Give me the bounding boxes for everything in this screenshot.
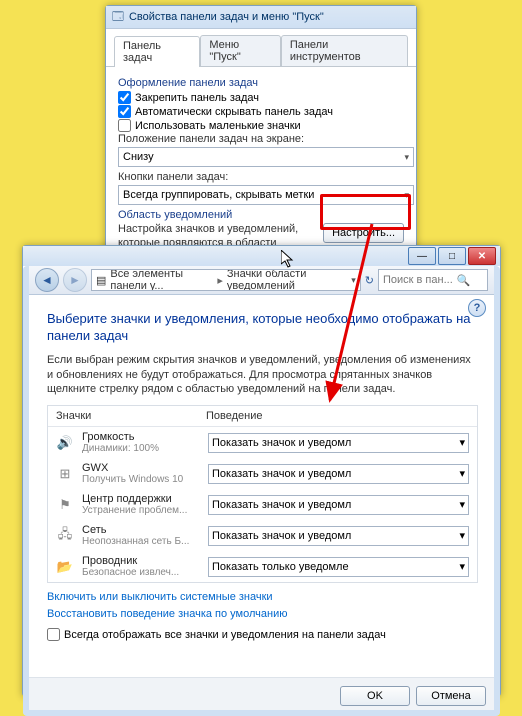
chevron-down-icon: ▾ — [459, 467, 465, 480]
row-title: Сеть — [82, 524, 200, 536]
help-icon[interactable]: ? — [468, 299, 486, 317]
chevron-down-icon: ▾ — [404, 190, 409, 201]
app-icon: 🗔 — [112, 8, 124, 27]
chevron-down-icon: ▾ — [459, 436, 465, 449]
row-text: GWXПолучить Windows 10 — [82, 462, 200, 485]
content-area: ? Выберите значки и уведомления, которые… — [29, 295, 494, 677]
row-text: ГромкостьДинамики: 100% — [82, 431, 200, 454]
row-icon: ⊞ — [56, 465, 74, 483]
link-restore-defaults[interactable]: Восстановить поведение значка по умолчан… — [47, 608, 478, 620]
row-icon: ⚑ — [56, 496, 74, 514]
chk-lock-input[interactable] — [118, 91, 131, 104]
tabs: Панель задач Меню "Пуск" Панели инструме… — [106, 29, 416, 67]
row-text: СетьНеопознанная сеть Б... — [82, 524, 200, 547]
toolbar: ◄ ► ▤ Все элементы панели у... ▸ Значки … — [29, 266, 494, 295]
chevron-down-icon: ▾ — [459, 498, 465, 511]
row-subtitle: Получить Windows 10 — [82, 474, 200, 485]
behavior-select[interactable]: Показать значок и уведомл▾ — [208, 433, 469, 453]
row-icon: 🖧 — [56, 527, 74, 545]
table-row: 🔊 ГромкостьДинамики: 100% Показать значок … — [48, 427, 477, 458]
tab-toolbars[interactable]: Панели инструментов — [281, 35, 408, 66]
window-title: Свойства панели задач и меню "Пуск" — [129, 11, 324, 23]
behavior-select[interactable]: Показать значок и уведомл▾ — [208, 464, 469, 484]
tab-start-menu[interactable]: Меню "Пуск" — [200, 35, 280, 66]
label-buttons: Кнопки панели задач: — [118, 171, 404, 183]
row-title: Громкость — [82, 431, 200, 443]
maximize-button[interactable]: □ — [438, 247, 466, 265]
ok-button[interactable]: OK — [340, 686, 410, 706]
chk-lock-taskbar[interactable]: Закрепить панель задач — [118, 91, 404, 104]
chevron-down-icon: ▾ — [459, 529, 465, 542]
row-subtitle: Устранение проблем... — [82, 505, 200, 516]
behavior-select[interactable]: Показать значок и уведомл▾ — [208, 526, 469, 546]
search-placeholder: Поиск в пан... — [383, 274, 453, 286]
nav-back-button[interactable]: ◄ — [35, 268, 59, 292]
link-system-icons[interactable]: Включить или выключить системные значки — [47, 591, 478, 603]
behavior-select[interactable]: Показать значок и уведомл▾ — [208, 495, 469, 515]
search-input[interactable]: Поиск в пан... 🔍 — [378, 269, 488, 291]
chevron-down-icon: ▾ — [459, 560, 465, 573]
address-bar[interactable]: ▤ Все элементы панели у... ▸ Значки обла… — [91, 269, 361, 291]
behavior-select[interactable]: Показать только уведомле▾ — [208, 557, 469, 577]
col-behavior: Поведение — [206, 410, 263, 422]
row-subtitle: Динамики: 100% — [82, 443, 200, 454]
cancel-button[interactable]: Отмена — [416, 686, 486, 706]
table-row: ⚑ Центр поддержкиУстранение проблем... Пок… — [48, 489, 477, 520]
taskbar-properties-window: 🗔 Свойства панели задач и меню "Пуск" Па… — [105, 5, 417, 262]
chk-autohide-input[interactable] — [118, 105, 131, 118]
table-header: Значки Поведение — [48, 406, 477, 426]
table-body[interactable]: 🔊 ГромкостьДинамики: 100% Показать значок … — [48, 426, 477, 582]
breadcrumb[interactable]: Все элементы панели у... — [110, 269, 213, 291]
label-position: Положение панели задач на экране: — [118, 133, 404, 145]
footer: OK Отмена — [29, 677, 494, 710]
row-text: ПроводникБезопасное извлеч... — [82, 555, 200, 578]
row-title: Проводник — [82, 555, 200, 567]
chevron-right-icon: ▸ — [217, 274, 223, 287]
chk-small-input[interactable] — [118, 119, 131, 132]
row-text: Центр поддержкиУстранение проблем... — [82, 493, 200, 516]
row-subtitle: Безопасное извлеч... — [82, 567, 200, 578]
table-row: 📂 ПроводникБезопасное извлеч... Показать т… — [48, 551, 477, 582]
row-title: Центр поддержки — [82, 493, 200, 505]
refresh-icon[interactable]: ↻ — [365, 274, 374, 287]
col-icons: Значки — [56, 410, 206, 422]
customize-button[interactable]: Настроить... — [323, 223, 404, 243]
table-row: ⊞ GWXПолучить Windows 10 Показать значок и… — [48, 458, 477, 489]
group-notification: Область уведомлений — [118, 209, 404, 221]
control-panel-icon: ▤ — [96, 274, 106, 287]
tab-taskbar[interactable]: Панель задач — [114, 36, 200, 67]
row-title: GWX — [82, 462, 200, 474]
breadcrumb[interactable]: Значки области уведомлений — [227, 269, 347, 291]
nav-forward-button[interactable]: ► — [63, 268, 87, 292]
table-row: 🖧 СетьНеопознанная сеть Б... Показать знач… — [48, 520, 477, 551]
row-icon: 🔊 — [56, 434, 74, 452]
chk-always-show[interactable]: Всегда отображать все значки и уведомлен… — [47, 628, 478, 641]
page-description: Если выбран режим скрытия значков и увед… — [47, 353, 478, 398]
chk-always-input[interactable] — [47, 628, 60, 641]
close-button[interactable]: ✕ — [468, 247, 496, 265]
group-appearance: Оформление панели задач — [118, 77, 404, 89]
select-position[interactable]: Снизу▾ — [118, 147, 414, 167]
select-buttons[interactable]: Всегда группировать, скрывать метки▾ — [118, 185, 414, 205]
chevron-down-icon: ▾ — [404, 152, 409, 163]
icons-table: Значки Поведение 🔊 ГромкостьДинамики: 100… — [47, 405, 478, 583]
links: Включить или выключить системные значки … — [47, 591, 478, 620]
titlebar[interactable]: — □ ✕ — [23, 246, 500, 266]
chk-small-icons[interactable]: Использовать маленькие значки — [118, 119, 404, 132]
window-frame: ◄ ► ▤ Все элементы панели у... ▸ Значки … — [23, 266, 500, 716]
minimize-button[interactable]: — — [408, 247, 436, 265]
row-subtitle: Неопознанная сеть Б... — [82, 536, 200, 547]
notification-icons-window: — □ ✕ ◄ ► ▤ Все элементы панели у... ▸ З… — [22, 245, 501, 697]
chk-autohide[interactable]: Автоматически скрывать панель задач — [118, 105, 404, 118]
titlebar[interactable]: 🗔 Свойства панели задач и меню "Пуск" — [106, 6, 416, 29]
page-heading: Выберите значки и уведомления, которые н… — [47, 311, 478, 345]
row-icon: 📂 — [56, 558, 74, 576]
search-icon: 🔍 — [457, 274, 471, 287]
